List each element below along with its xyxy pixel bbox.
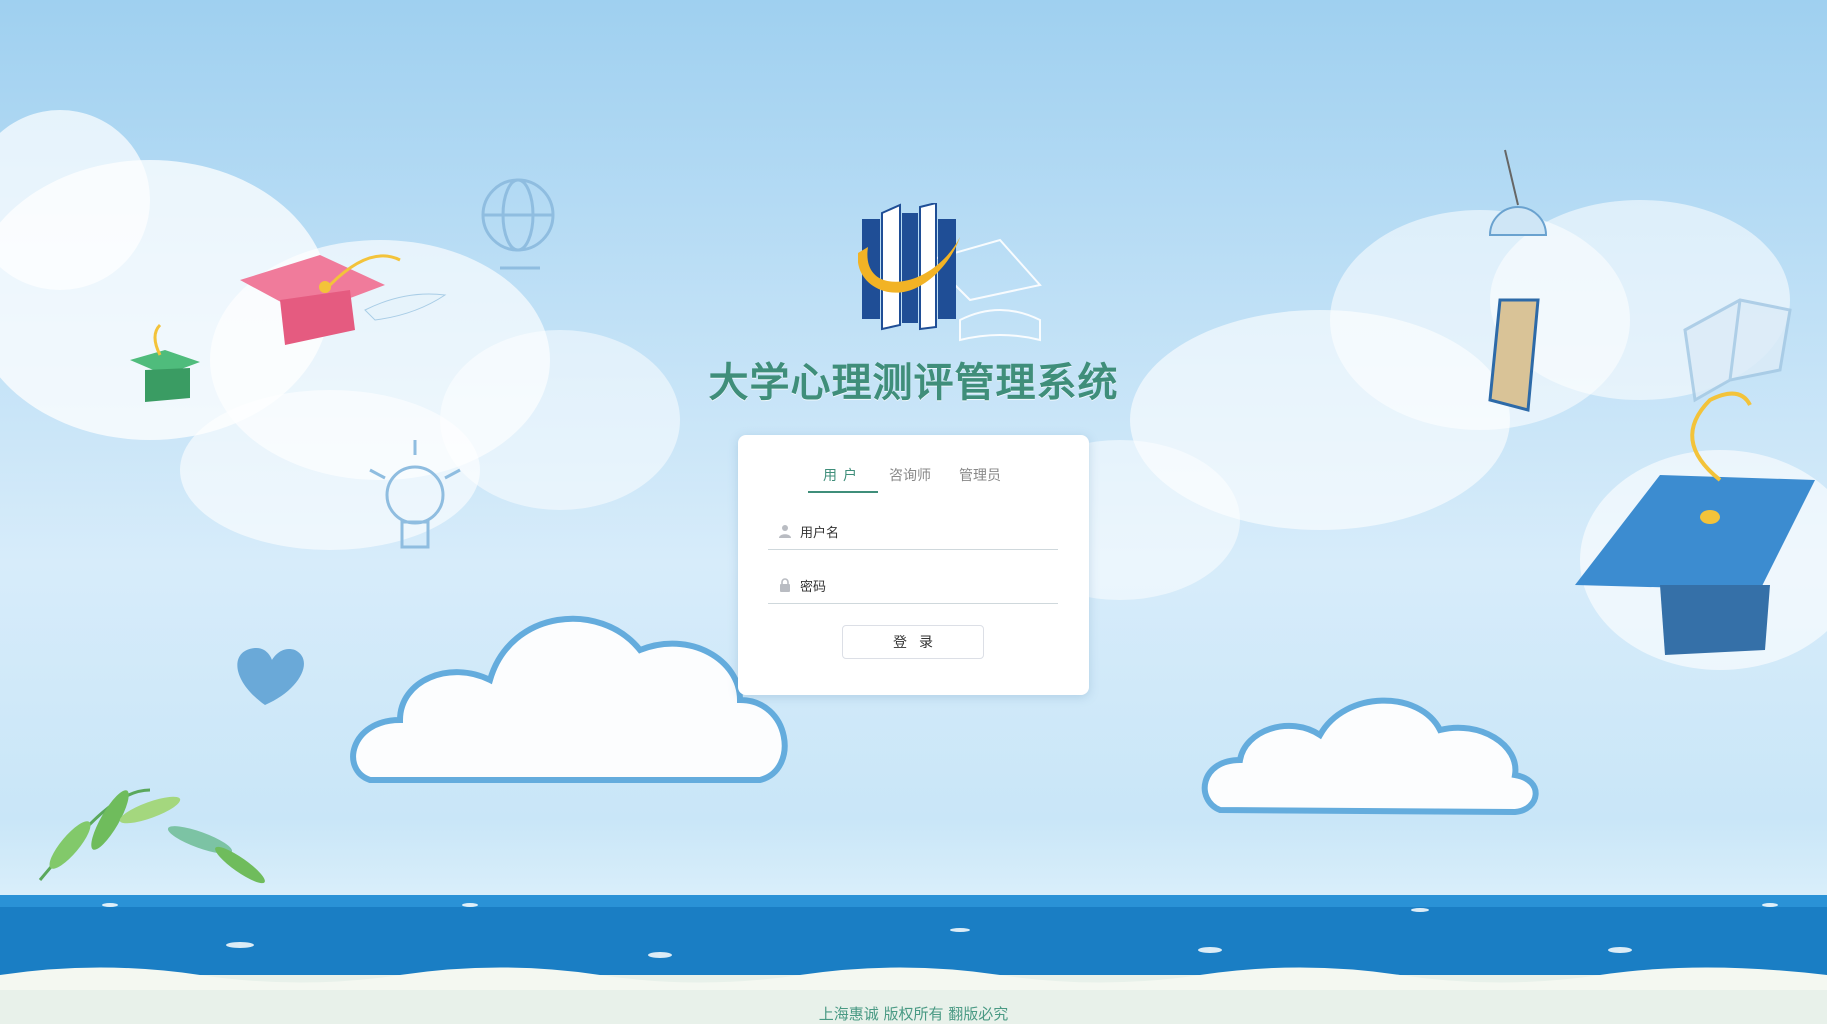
username-input[interactable] xyxy=(798,519,1052,547)
footer-copyright: 上海惠诚 版权所有 翻版必究 xyxy=(818,1005,1009,1023)
cloud-right xyxy=(1201,697,1539,816)
cloud-left xyxy=(350,615,788,783)
tab-admin[interactable]: 管理员 xyxy=(952,465,1008,491)
role-tabs: 用户 咨询师 管理员 xyxy=(808,465,1028,493)
lock-icon xyxy=(780,578,790,592)
heart-icon xyxy=(237,647,304,705)
username-field xyxy=(768,515,1058,550)
globe-icon xyxy=(481,178,555,270)
leaves-illustration xyxy=(38,788,265,884)
password-field xyxy=(768,569,1058,604)
tab-user[interactable]: 用户 xyxy=(808,465,878,493)
page-title: 大学心理测评管理系统 xyxy=(708,360,1119,406)
user-icon xyxy=(779,525,791,538)
tab-counselor[interactable]: 咨询师 xyxy=(882,465,938,491)
university-logo xyxy=(858,203,960,331)
login-button[interactable]: 登录 xyxy=(842,625,984,659)
password-input[interactable] xyxy=(798,573,1052,601)
login-card: 用户 咨询师 管理员 登录 xyxy=(738,435,1089,695)
